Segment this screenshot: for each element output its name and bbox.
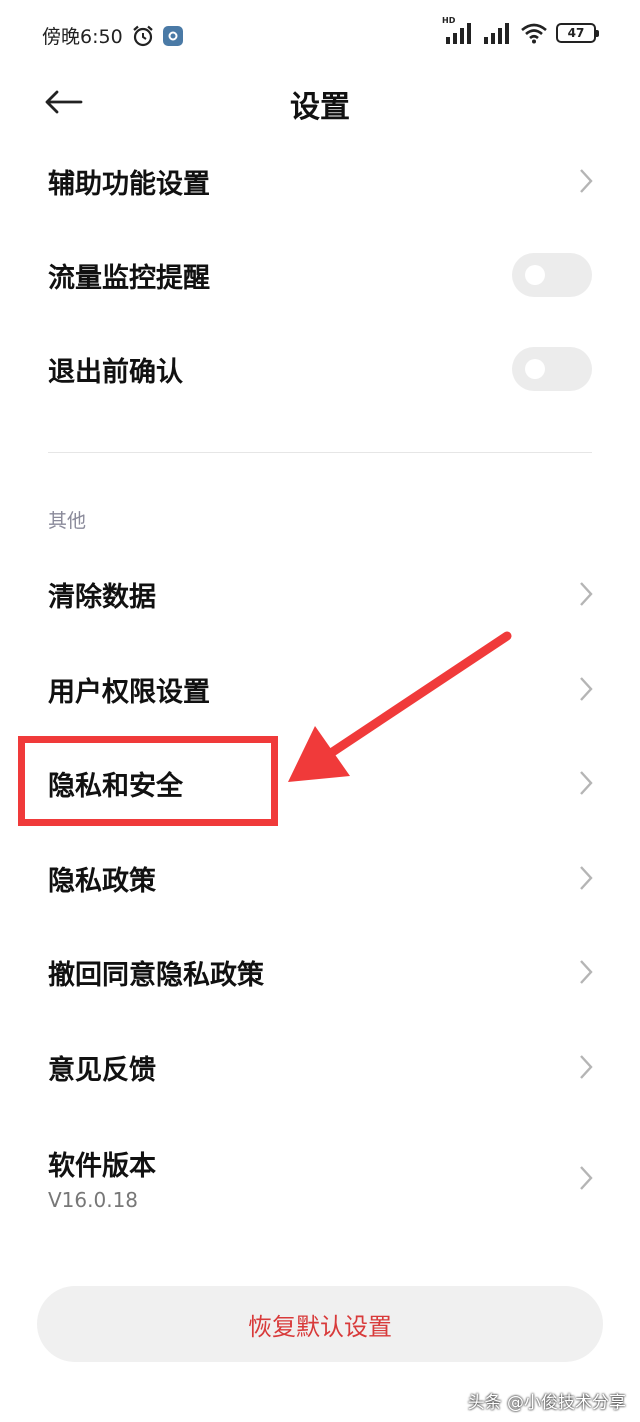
settings-item-label: 辅助功能设置 <box>48 168 210 200</box>
data-monitor-toggle[interactable] <box>512 253 592 297</box>
battery-icon: 47 <box>556 23 599 43</box>
status-time: 傍晚6:50 <box>42 26 123 48</box>
alarm-icon <box>132 25 153 46</box>
chevron-right-icon <box>580 960 593 984</box>
chevron-right-icon <box>580 1166 593 1190</box>
toggle-knob <box>525 265 545 285</box>
divider <box>48 452 592 453</box>
settings-item-label: 软件版本 <box>48 1151 156 1182</box>
app-notification-icon <box>162 25 183 46</box>
settings-item-label: 清除数据 <box>48 581 156 613</box>
settings-item-feedback[interactable]: 意见反馈 <box>0 1020 640 1114</box>
section-header-other: 其他 <box>48 510 87 532</box>
signal-icon <box>484 23 509 44</box>
settings-item-privacy-policy[interactable]: 隐私政策 <box>0 831 640 925</box>
settings-item-clear-data[interactable]: 清除数据 <box>0 547 640 641</box>
restore-defaults-button[interactable]: 恢复默认设置 <box>37 1286 603 1362</box>
header: 设置 <box>0 70 640 136</box>
chevron-right-icon <box>580 169 593 193</box>
page-title: 设置 <box>290 90 350 125</box>
settings-item-label: 退出前确认 <box>48 356 183 388</box>
wifi-icon <box>521 23 547 44</box>
signal-icon: HD <box>442 16 474 44</box>
annotation-highlight-box <box>18 736 278 826</box>
chevron-right-icon <box>580 582 593 606</box>
watermark: 头条 @小俊技术分享 <box>467 1393 626 1413</box>
chevron-right-icon <box>580 771 593 795</box>
status-left: 傍晚6:50 <box>42 22 183 49</box>
chevron-right-icon <box>580 1055 593 1079</box>
exit-confirm-toggle[interactable] <box>512 347 592 391</box>
settings-item-accessibility[interactable]: 辅助功能设置 <box>0 134 640 228</box>
settings-item-version[interactable]: 软件版本 V16.0.18 <box>0 1120 640 1236</box>
settings-item-exit-confirm: 退出前确认 <box>0 322 640 416</box>
chevron-right-icon <box>580 866 593 890</box>
restore-defaults-label: 恢复默认设置 <box>248 1312 392 1341</box>
settings-item-revoke-consent[interactable]: 撤回同意隐私政策 <box>0 925 640 1019</box>
battery-level: 47 <box>567 26 585 40</box>
settings-item-data-monitor: 流量监控提醒 <box>0 228 640 322</box>
settings-item-label: 用户权限设置 <box>48 676 210 708</box>
settings-item-label: 撤回同意隐私政策 <box>48 959 264 991</box>
version-value: V16.0.18 <box>48 1188 139 1212</box>
settings-item-user-permissions[interactable]: 用户权限设置 <box>0 642 640 736</box>
toggle-knob <box>525 359 545 379</box>
network-type-label: HD <box>442 16 456 25</box>
status-bar: 傍晚6:50 HD 47 <box>0 0 640 70</box>
settings-item-label: 流量监控提醒 <box>48 262 210 294</box>
settings-item-label: 意见反馈 <box>48 1054 156 1086</box>
chevron-right-icon <box>580 677 593 701</box>
status-right: HD 47 <box>442 16 599 44</box>
settings-item-label: 隐私政策 <box>48 865 156 897</box>
